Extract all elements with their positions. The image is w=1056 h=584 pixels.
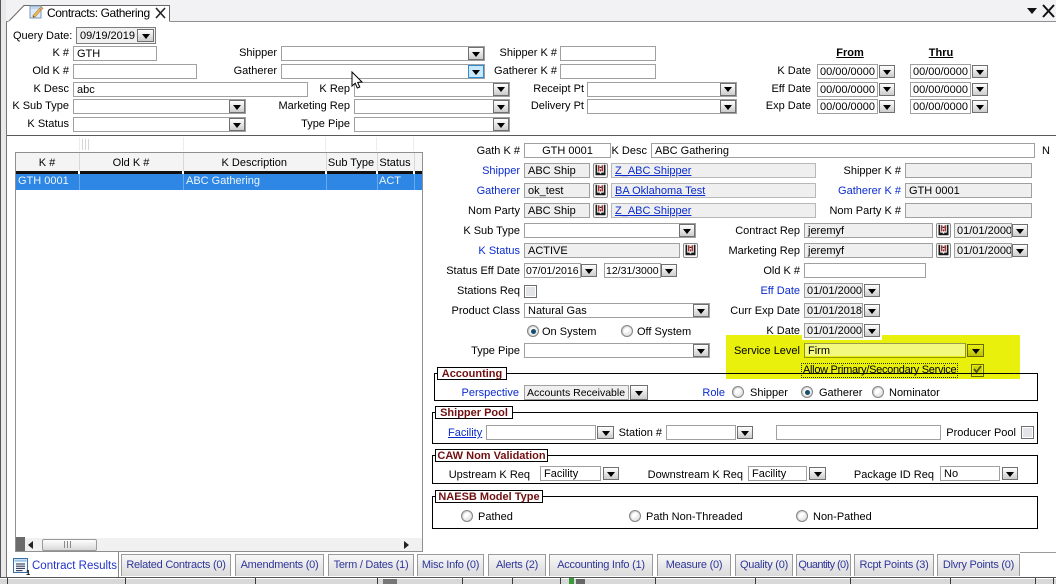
svg-text:1: 1 <box>26 568 30 575</box>
